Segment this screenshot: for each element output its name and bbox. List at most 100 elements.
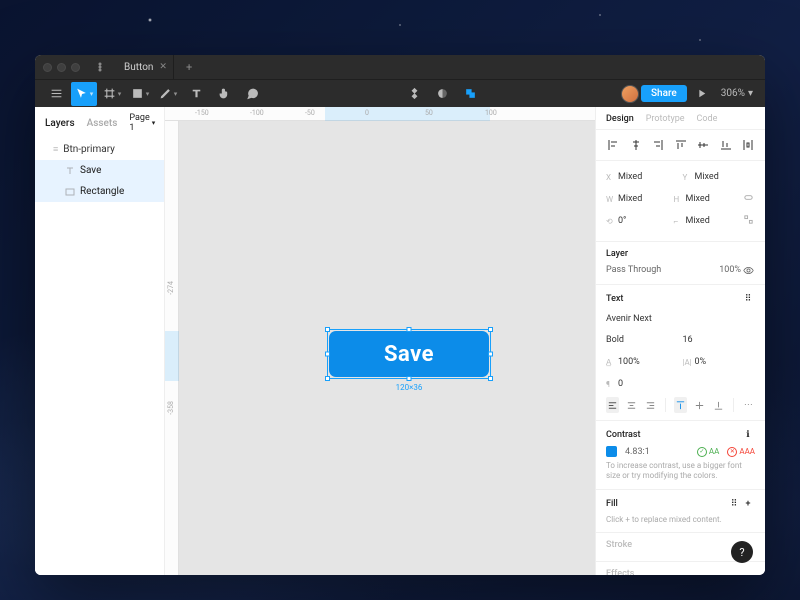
pen-tool[interactable]: ▾ bbox=[155, 82, 181, 106]
align-top-icon[interactable] bbox=[674, 138, 688, 152]
rect-layer-icon bbox=[65, 187, 75, 197]
component-icon[interactable] bbox=[402, 82, 428, 106]
text-title: Text bbox=[606, 294, 623, 304]
file-tab-label: Button bbox=[124, 62, 153, 73]
text-align-center-icon[interactable] bbox=[625, 397, 638, 413]
text-style-icon[interactable]: ⠿ bbox=[741, 292, 755, 306]
visibility-icon[interactable] bbox=[741, 263, 755, 277]
boolean-icon[interactable] bbox=[458, 82, 484, 106]
align-left-icon[interactable] bbox=[606, 138, 620, 152]
add-tab-button[interactable]: + bbox=[186, 61, 192, 74]
frame-icon: ≡ bbox=[53, 144, 58, 155]
font-family[interactable]: Avenir Next bbox=[606, 310, 755, 328]
text-valign-top-icon[interactable] bbox=[674, 397, 687, 413]
right-panel: Design Prototype Code XMixed YMixed bbox=[595, 107, 765, 575]
opacity-field[interactable]: 100% bbox=[719, 265, 741, 275]
effects-title: Effects bbox=[606, 569, 634, 575]
align-right-icon[interactable] bbox=[651, 138, 665, 152]
align-controls bbox=[596, 130, 765, 161]
contrast-ratio: 4.83:1 bbox=[625, 447, 650, 457]
font-size[interactable]: 16 bbox=[683, 331, 756, 349]
fill-title: Fill bbox=[606, 499, 618, 509]
rotation-field[interactable]: ⟲0° bbox=[606, 212, 670, 230]
paragraph-spacing[interactable]: ¶0 bbox=[606, 375, 679, 393]
transform-section: XMixed YMixed WMixed HMixed ⟲0° ⌐Mixed bbox=[596, 161, 765, 242]
file-tab[interactable]: Button ✕ bbox=[118, 55, 174, 79]
layer-label: Save bbox=[80, 165, 101, 176]
ruler-horizontal: -150-100-50 050100 bbox=[165, 107, 595, 121]
h-field[interactable]: HMixed bbox=[674, 190, 738, 208]
canvas-button-label: Save bbox=[384, 342, 434, 367]
text-more-icon[interactable]: ⋯ bbox=[742, 397, 755, 413]
move-tool[interactable]: ▾ bbox=[71, 82, 97, 106]
left-panel: Layers Assets Page 1 ▾ ≡ Btn-primary Sav… bbox=[35, 107, 165, 575]
contrast-aaa-badge: ✕AAA bbox=[727, 447, 755, 457]
help-button[interactable]: ? bbox=[731, 541, 753, 563]
layer-rect[interactable]: Rectangle bbox=[35, 181, 164, 202]
zoom-menu[interactable]: 306%▾ bbox=[717, 88, 757, 99]
shape-tool[interactable]: ▾ bbox=[127, 82, 153, 106]
text-valign-bottom-icon[interactable] bbox=[712, 397, 725, 413]
contrast-title: Contrast bbox=[606, 430, 641, 440]
text-valign-middle-icon[interactable] bbox=[693, 397, 706, 413]
effects-section: Effects bbox=[596, 562, 765, 575]
fill-add-icon[interactable]: + bbox=[741, 497, 755, 511]
contrast-section: Contrastℹ 4.83:1 ✓AA ✕AAA To increase co… bbox=[596, 421, 765, 490]
fill-hint: Click + to replace mixed content. bbox=[606, 515, 755, 525]
contrast-info-icon[interactable]: ℹ bbox=[741, 428, 755, 442]
menu-button[interactable] bbox=[43, 82, 69, 106]
close-tab-icon[interactable]: ✕ bbox=[159, 62, 167, 72]
assets-tab[interactable]: Assets bbox=[87, 118, 118, 129]
app-window: Button ✕ + ▾ ▾ ▾ ▾ bbox=[35, 55, 765, 575]
present-button[interactable] bbox=[689, 82, 715, 106]
zoom-value: 306% bbox=[721, 88, 745, 99]
corner-field[interactable]: ⌐Mixed bbox=[674, 212, 738, 230]
constrain-icon[interactable] bbox=[741, 190, 755, 204]
fill-section: Fill ⠿ + Click + to replace mixed conten… bbox=[596, 490, 765, 533]
contrast-swatch-icon bbox=[606, 446, 617, 457]
text-section: Text ⠿ Avenir Next Bold 16 A̲100% |A|0% … bbox=[596, 285, 765, 421]
mask-icon[interactable] bbox=[430, 82, 456, 106]
main-toolbar: ▾ ▾ ▾ ▾ Share 306%▾ bbox=[35, 79, 765, 107]
hand-tool[interactable] bbox=[211, 82, 237, 106]
corner-detail-icon[interactable] bbox=[741, 212, 755, 226]
canvas-button-object[interactable]: Save bbox=[329, 331, 489, 377]
text-align-left-icon[interactable] bbox=[606, 397, 619, 413]
page-selector[interactable]: Page 1 ▾ bbox=[129, 113, 155, 133]
app-body: Layers Assets Page 1 ▾ ≡ Btn-primary Sav… bbox=[35, 107, 765, 575]
x-field[interactable]: XMixed bbox=[606, 168, 679, 186]
text-tool[interactable] bbox=[183, 82, 209, 106]
canvas-area[interactable]: -150-100-50 050100 -274-358 Save 120×36 bbox=[165, 107, 595, 575]
text-align-right-icon[interactable] bbox=[644, 397, 657, 413]
layer-tree: ≡ Btn-primary Save Rectangle bbox=[35, 137, 164, 202]
window-traffic-lights[interactable] bbox=[43, 63, 80, 72]
stroke-title: Stroke bbox=[606, 540, 632, 550]
letter-spacing[interactable]: |A|0% bbox=[683, 353, 756, 371]
align-vcenter-icon[interactable] bbox=[696, 138, 710, 152]
code-tab[interactable]: Code bbox=[697, 114, 718, 124]
layer-title: Layer bbox=[606, 249, 628, 259]
font-weight[interactable]: Bold bbox=[606, 331, 679, 349]
text-layer-icon bbox=[65, 166, 75, 176]
blend-mode[interactable]: Pass Through bbox=[606, 265, 719, 275]
layer-label: Rectangle bbox=[80, 186, 124, 197]
align-hcenter-icon[interactable] bbox=[629, 138, 643, 152]
y-field[interactable]: YMixed bbox=[683, 168, 756, 186]
comment-tool[interactable] bbox=[239, 82, 265, 106]
align-bottom-icon[interactable] bbox=[719, 138, 733, 152]
layer-text[interactable]: Save bbox=[35, 160, 164, 181]
design-tab[interactable]: Design bbox=[606, 114, 634, 124]
distribute-icon[interactable] bbox=[741, 138, 755, 152]
frame-tool[interactable]: ▾ bbox=[99, 82, 125, 106]
line-height[interactable]: A̲100% bbox=[606, 353, 679, 371]
share-button[interactable]: Share bbox=[641, 85, 687, 102]
layers-tab[interactable]: Layers bbox=[45, 118, 75, 129]
prototype-tab[interactable]: Prototype bbox=[646, 114, 685, 124]
user-avatar[interactable] bbox=[621, 85, 639, 103]
figma-logo-icon bbox=[94, 61, 106, 73]
w-field[interactable]: WMixed bbox=[606, 190, 670, 208]
layer-label: Btn-primary bbox=[63, 144, 115, 155]
fill-style-icon[interactable]: ⠿ bbox=[727, 497, 741, 511]
window-tabbar: Button ✕ + bbox=[35, 55, 765, 79]
layer-frame[interactable]: ≡ Btn-primary bbox=[35, 139, 164, 160]
